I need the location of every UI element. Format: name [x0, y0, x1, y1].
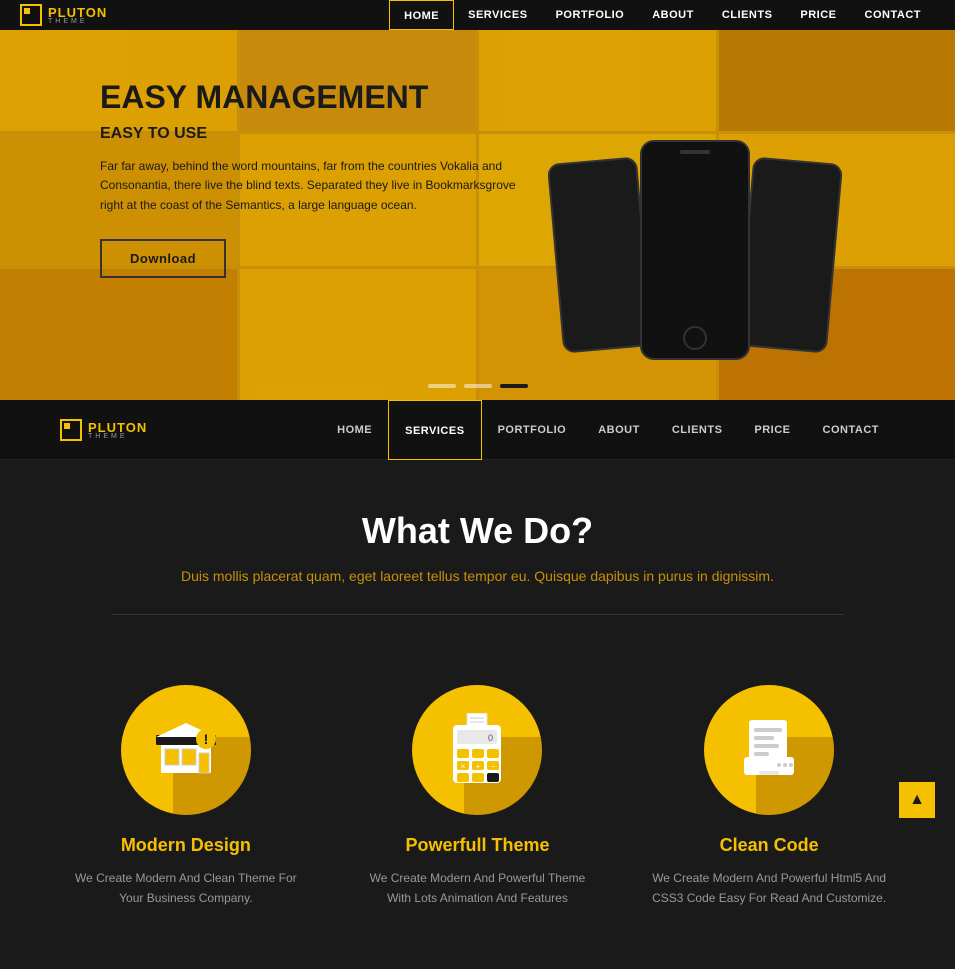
hero-subtitle: EASY TO USE [100, 125, 520, 143]
service-card-powerful-theme: 0 × + − [357, 685, 597, 909]
snav-portfolio[interactable]: PORTFOLIO [482, 400, 583, 460]
logo-icon [20, 4, 42, 26]
slide-indicators [428, 384, 528, 388]
powerful-theme-desc: We Create Modern And Powerful Theme With… [357, 868, 597, 909]
scroll-up-button[interactable]: ▲ [899, 782, 935, 818]
download-button[interactable]: Download [100, 239, 226, 278]
services-logo-icon [60, 419, 82, 441]
services-logo[interactable]: PLUTON THEME [60, 419, 147, 441]
services-heading: What We Do? Duis mollis placerat quam, e… [0, 460, 955, 635]
clean-code-name: Clean Code [649, 835, 889, 856]
hero-title: EASY MANAGEMENT [100, 80, 520, 115]
phone-right [737, 156, 843, 353]
service-card-modern-design: ! Modern Design We Create Modern And Cle… [66, 685, 306, 909]
clean-code-icon-wrap [704, 685, 834, 815]
services-subtitle: Duis mollis placerat quam, eget laoreet … [20, 568, 935, 584]
scroll-up-arrow: ▲ [909, 791, 925, 809]
indicator-2[interactable] [464, 384, 492, 388]
modern-design-desc: We Create Modern And Clean Theme For You… [66, 868, 306, 909]
svg-text:0: 0 [488, 733, 493, 743]
snav-clients[interactable]: CLIENTS [656, 400, 739, 460]
svg-text:−: − [491, 762, 496, 771]
services-nav-links: HOME SERVICES PORTFOLIO ABOUT CLIENTS PR… [321, 400, 895, 460]
modern-design-icon-wrap: ! [121, 685, 251, 815]
nav-price[interactable]: PRICE [786, 0, 850, 30]
clean-code-desc: We Create Modern And Powerful Html5 And … [649, 868, 889, 909]
powerful-theme-name: Powerfull Theme [357, 835, 597, 856]
indicator-3[interactable] [500, 384, 528, 388]
svg-text:×: × [461, 762, 466, 771]
services-logo-text-wrap: PLUTON THEME [88, 420, 147, 440]
services-title: What We Do? [20, 510, 935, 552]
snav-services[interactable]: SERVICES [388, 400, 481, 460]
snav-home[interactable]: HOME [321, 400, 388, 460]
snav-about[interactable]: ABOUT [582, 400, 656, 460]
hero-section: PLUTON THEME HOME SERVICES PORTFOLIO ABO… [0, 0, 955, 400]
hero-logo[interactable]: PLUTON THEME [20, 4, 107, 26]
nav-clients[interactable]: CLIENTS [708, 0, 787, 30]
nav-services[interactable]: SERVICES [454, 0, 541, 30]
snav-contact[interactable]: CONTACT [807, 400, 895, 460]
services-divider [112, 614, 844, 615]
powerful-theme-icon-wrap: 0 × + − [412, 685, 542, 815]
nav-about[interactable]: ABOUT [638, 0, 708, 30]
hero-phones [555, 40, 835, 360]
hero-content: EASY MANAGEMENT EASY TO USE Far far away… [100, 80, 520, 278]
indicator-1[interactable] [428, 384, 456, 388]
nav-home[interactable]: HOME [389, 0, 454, 30]
hero-nav-links: HOME SERVICES PORTFOLIO ABOUT CLIENTS PR… [389, 0, 935, 30]
modern-design-name: Modern Design [66, 835, 306, 856]
document-icon [734, 715, 804, 785]
services-navbar: PLUTON THEME HOME SERVICES PORTFOLIO ABO… [0, 400, 955, 460]
logo-text: PLUTON THEME [48, 5, 107, 25]
hero-description: Far far away, behind the word mountains,… [100, 157, 520, 215]
nav-contact[interactable]: CONTACT [851, 0, 935, 30]
service-card-clean-code: Clean Code We Create Modern And Powerful… [649, 685, 889, 909]
calculator-icon: 0 × + − [445, 713, 510, 788]
services-cards: ! Modern Design We Create Modern And Cle… [0, 635, 955, 969]
services-section: PLUTON THEME HOME SERVICES PORTFOLIO ABO… [0, 400, 955, 969]
nav-portfolio[interactable]: PORTFOLIO [542, 0, 639, 30]
phone-main [640, 140, 750, 360]
hero-navbar: PLUTON THEME HOME SERVICES PORTFOLIO ABO… [0, 0, 955, 30]
store-icon: ! [151, 715, 221, 785]
svg-text:+: + [476, 762, 481, 771]
svg-text:!: ! [203, 731, 208, 747]
phone-left [547, 156, 653, 353]
snav-price[interactable]: PRICE [738, 400, 806, 460]
